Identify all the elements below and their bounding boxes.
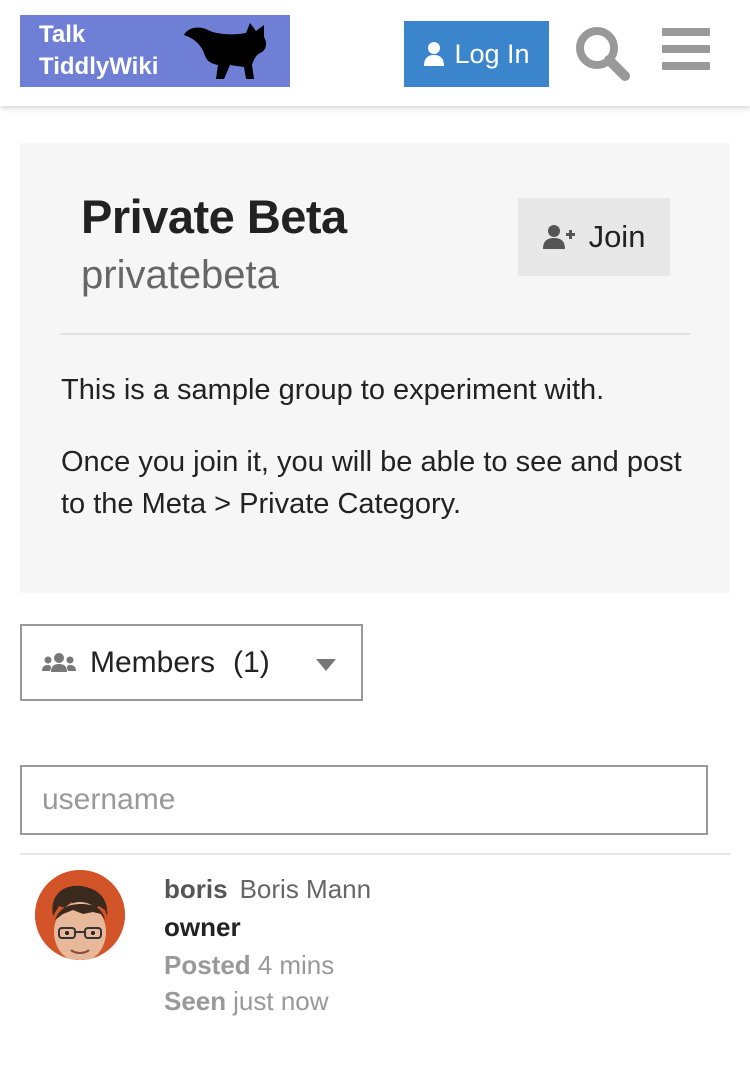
posted-label: Posted <box>164 950 251 980</box>
join-label: Join <box>588 219 646 254</box>
group-info-card: Private Beta privatebeta Join This is a … <box>20 143 730 593</box>
posted-value: 4 mins <box>257 950 335 980</box>
bio-paragraph: Once you join it, you will be able to se… <box>61 446 682 520</box>
member-row: boris Boris Mann owner Posted 4 mins Seen j… <box>20 856 730 1036</box>
member-username[interactable]: boris <box>164 874 228 904</box>
members-dropdown[interactable]: Members (1) <box>20 624 363 701</box>
chevron-down-icon <box>316 659 336 671</box>
user-plus-icon <box>542 225 575 249</box>
bio-paragraph: This is a sample group to experiment wit… <box>61 374 605 406</box>
card-divider <box>60 333 690 335</box>
members-label: Members <box>90 645 216 679</box>
login-button[interactable]: Log In <box>404 21 549 87</box>
logo-line-2: TiddlyWiki <box>39 53 159 80</box>
member-full-name: Boris Mann <box>239 874 372 904</box>
member-info: boris Boris Mann owner Posted 4 mins Seen j… <box>164 872 371 1019</box>
group-slug: privatebeta <box>81 253 279 297</box>
username-search-input[interactable] <box>20 765 708 835</box>
search-button[interactable] <box>572 24 632 82</box>
member-title: owner <box>164 912 241 942</box>
logo-line-1: Talk <box>39 21 86 48</box>
hamburger-menu-button[interactable] <box>662 28 714 76</box>
site-header: Talk TiddlyWiki Log In <box>0 0 750 106</box>
menu-bar <box>662 62 710 70</box>
search-icon <box>576 27 630 81</box>
logo-text: Talk TiddlyWiki <box>39 19 158 83</box>
members-count: (1) <box>233 645 270 679</box>
cat-icon <box>184 23 267 79</box>
site-logo[interactable]: Talk TiddlyWiki <box>20 15 290 87</box>
member-posted: Posted 4 mins <box>164 947 371 983</box>
avatar[interactable] <box>35 870 125 960</box>
avatar-image <box>35 870 125 960</box>
seen-value: just now <box>233 986 329 1016</box>
login-label: Log In <box>454 38 530 69</box>
member-name-line: boris Boris Mann <box>164 872 371 906</box>
menu-bar <box>662 28 710 36</box>
member-seen: Seen just now <box>164 983 371 1019</box>
list-divider <box>20 853 730 855</box>
group-title: Private Beta <box>81 190 347 243</box>
join-button[interactable]: Join <box>518 198 670 276</box>
menu-bar <box>662 45 710 53</box>
users-icon <box>42 652 76 672</box>
user-icon <box>424 42 445 66</box>
seen-label: Seen <box>164 986 227 1016</box>
